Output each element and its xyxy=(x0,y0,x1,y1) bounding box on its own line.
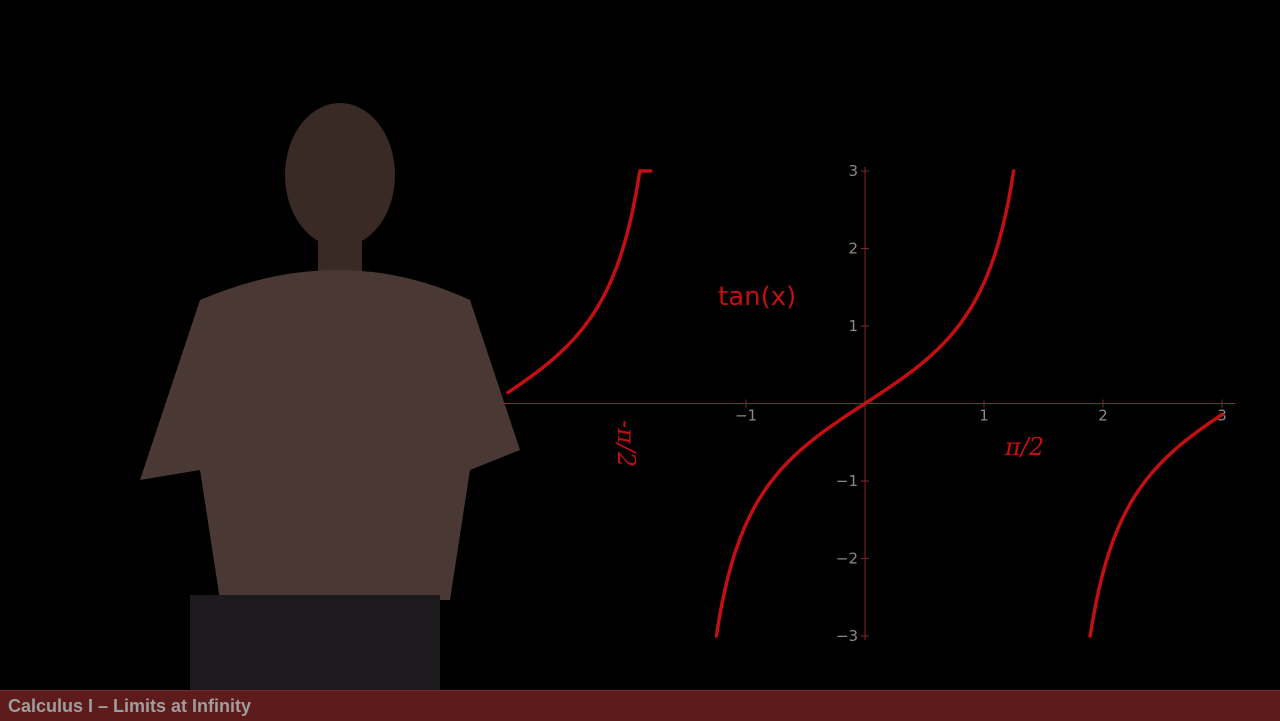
x-tick-label: 2 xyxy=(1098,407,1108,425)
y-tick-label: −3 xyxy=(836,627,858,645)
y-tick-label: −2 xyxy=(836,550,858,568)
function-label: tan(x) xyxy=(718,282,796,312)
x-tick-label: 1 xyxy=(979,407,989,425)
x-tick-label: −1 xyxy=(735,407,757,425)
tan-curve-branch-3 xyxy=(1088,412,1224,638)
neg-half-pi-annotation: -π/2 xyxy=(612,420,640,467)
pos-half-pi-annotation: π/2 xyxy=(1004,433,1044,461)
y-tick-label: 2 xyxy=(848,240,858,258)
tan-graph: −1 1 2 3−3−2−1123 tan(x) -π/2 π/2 xyxy=(500,162,1235,645)
course-title: Calculus I – Limits at Infinity xyxy=(8,696,252,716)
footer-bar: Calculus I – Limits at Infinity xyxy=(0,690,1280,721)
lecture-frame: −1 1 2 3 −3 −2 −1 1 2 3 tan(x) -π/2 π/2 Calculus … xyxy=(0,0,1280,721)
y-tick-label: 3 xyxy=(848,162,858,180)
tan-curve-branch-1 xyxy=(506,169,653,395)
y-tick-label: −1 xyxy=(836,472,858,490)
y-tick-label: 1 xyxy=(848,317,858,335)
